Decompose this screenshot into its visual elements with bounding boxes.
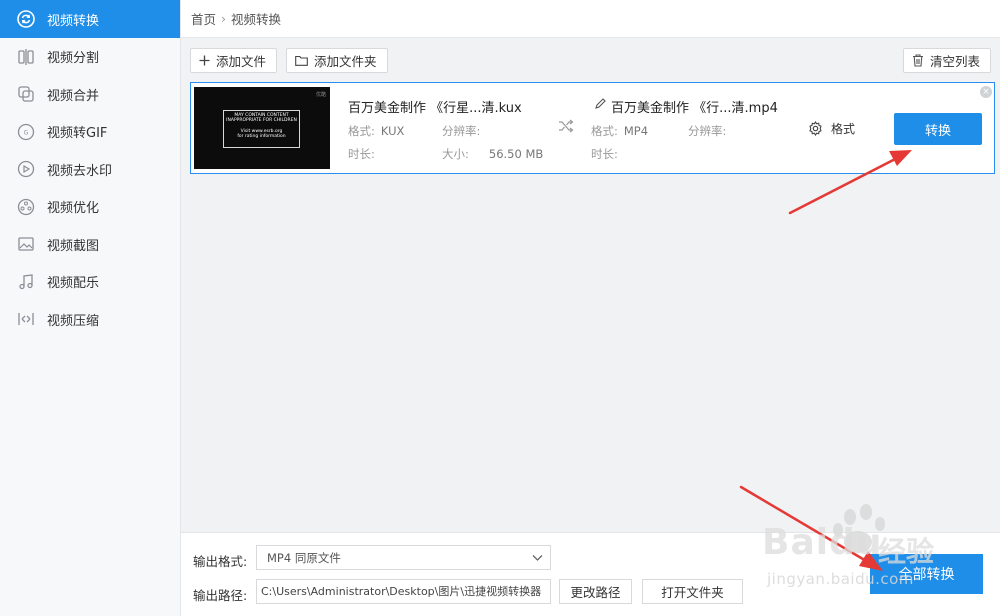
watermark-icon — [17, 160, 35, 178]
source-file-name: 百万美金制作 《行星...清.kux — [348, 101, 522, 116]
clear-list-label: 清空列表 — [929, 53, 980, 69]
source-resolution: 分辨率: — [442, 124, 481, 138]
sidebar-item-video-optimize[interactable]: 视频优化 — [0, 188, 180, 226]
source-duration: 时长: — [348, 147, 375, 161]
optimize-icon — [17, 198, 35, 216]
output-format: 格式: MP4 — [591, 124, 649, 138]
main-area: 首页 › 视频转换 添加文件 添加文件夹 清空列表 MAY CONTAIN CO… — [181, 0, 1000, 616]
sidebar-item-label: 视频分割 — [47, 51, 100, 67]
file-item-card[interactable]: MAY CONTAIN CONTENT INAPPROPRIATE FOR CH… — [190, 82, 995, 174]
output-format-select[interactable]: MP4 同原文件 — [256, 545, 551, 570]
output-path-field[interactable]: C:\Users\Administrator\Desktop\图片\迅捷视频转换… — [256, 579, 551, 604]
output-format-label: 输出格式: — [193, 554, 248, 569]
video-thumbnail: MAY CONTAIN CONTENT INAPPROPRIATE FOR CH… — [194, 87, 330, 169]
music-icon — [17, 273, 35, 291]
trash-icon — [912, 53, 924, 67]
chevron-down-icon — [532, 552, 543, 566]
toolbar: 添加文件 添加文件夹 清空列表 — [190, 47, 991, 73]
add-folder-button[interactable]: 添加文件夹 — [286, 47, 388, 73]
merge-icon — [17, 85, 35, 103]
sidebar-item-label: 视频截图 — [47, 238, 100, 254]
format-settings-button[interactable]: 格式 — [808, 120, 855, 137]
convert-all-button[interactable]: 全部转换 — [870, 554, 983, 594]
split-icon — [17, 48, 35, 66]
folder-icon — [295, 55, 308, 66]
output-file-name: 百万美金制作 《行...清.mp4 — [611, 101, 778, 116]
sidebar-item-video-convert[interactable]: 视频转换 — [0, 0, 180, 38]
sidebar-item-remove-watermark[interactable]: 视频去水印 — [0, 151, 180, 189]
breadcrumb-home[interactable]: 首页 — [191, 9, 216, 28]
close-icon[interactable]: × — [980, 86, 992, 98]
sidebar-item-video-merge[interactable]: 视频合并 — [0, 76, 180, 114]
source-size: 大小: 56.50 MB — [442, 147, 544, 161]
compress-icon — [17, 310, 35, 328]
sidebar: 视频转换 视频分割 视频合并 G 视频转GIF 视频去水印 视频优化 视频截图 — [0, 0, 181, 616]
clear-list-button[interactable]: 清空列表 — [902, 47, 991, 73]
sidebar-item-video-music[interactable]: 视频配乐 — [0, 263, 180, 301]
thumb-line: for rating information — [237, 134, 286, 140]
gif-icon: G — [17, 123, 35, 141]
sidebar-item-label: 视频压缩 — [47, 313, 100, 329]
add-file-button[interactable]: 添加文件 — [190, 47, 278, 73]
sidebar-item-label: 视频优化 — [47, 201, 100, 217]
sidebar-item-video-split[interactable]: 视频分割 — [0, 38, 180, 76]
svg-text:G: G — [24, 129, 29, 136]
change-path-button[interactable]: 更改路径 — [559, 579, 632, 604]
sidebar-item-label: 视频去水印 — [47, 163, 113, 179]
output-format-value: MP4 同原文件 — [267, 550, 341, 565]
add-file-label: 添加文件 — [216, 53, 267, 69]
output-path-label: 输出路径: — [193, 588, 248, 603]
output-resolution: 分辨率: — [688, 124, 727, 138]
sidebar-item-video-screenshot[interactable]: 视频截图 — [0, 226, 180, 264]
breadcrumb-current: 视频转换 — [231, 12, 282, 27]
plus-icon — [199, 55, 210, 66]
shuffle-icon — [558, 119, 574, 137]
chevron-right-icon: › — [221, 11, 227, 26]
esrb-notice: MAY CONTAIN CONTENT INAPPROPRIATE FOR CH… — [223, 110, 300, 148]
convert-button[interactable]: 转换 — [894, 113, 982, 145]
sidebar-item-video-compress[interactable]: 视频压缩 — [0, 301, 180, 339]
sidebar-item-label: 视频配乐 — [47, 276, 100, 292]
open-folder-button[interactable]: 打开文件夹 — [642, 579, 743, 604]
gear-icon — [808, 121, 823, 136]
format-settings-label: 格式 — [831, 122, 856, 136]
output-duration: 时长: — [591, 147, 618, 161]
sidebar-item-label: 视频合并 — [47, 88, 100, 104]
thumb-line: INAPPROPRIATE FOR CHILDREN — [226, 118, 297, 124]
rename-pencil-icon[interactable] — [594, 97, 606, 114]
sidebar-item-label: 视频转GIF — [47, 126, 108, 142]
source-format: 格式: KUX — [348, 124, 405, 138]
thumb-corner-logo: 优酷 — [315, 92, 326, 98]
output-settings-panel: 输出格式: MP4 同原文件 输出路径: C:\Users\Administra… — [181, 532, 1000, 616]
convert-icon — [17, 10, 35, 28]
screenshot-icon — [17, 235, 35, 253]
add-folder-label: 添加文件夹 — [314, 53, 377, 69]
breadcrumb: 首页 › 视频转换 — [181, 0, 1000, 38]
sidebar-item-label: 视频转换 — [47, 13, 100, 29]
sidebar-item-video-to-gif[interactable]: G 视频转GIF — [0, 113, 180, 151]
